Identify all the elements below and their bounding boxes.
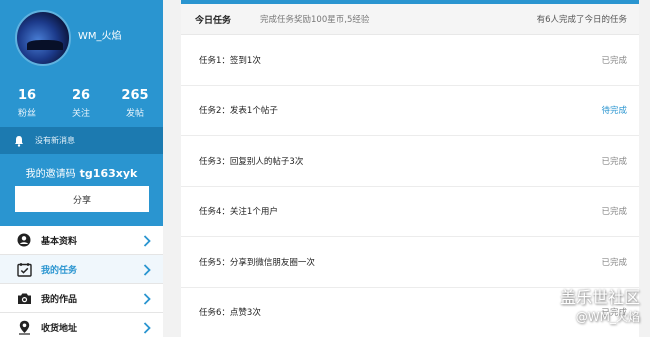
- task-done-count: 有6人完成了今日的任务: [536, 15, 627, 25]
- sidebar: WM_火焰 16 粉丝 26 关注 265 发帖 没有新消息 我的邀请码 tg1…: [0, 0, 163, 337]
- chevron-right-icon: [143, 264, 151, 276]
- task-status[interactable]: 待完成: [601, 104, 627, 116]
- task-row[interactable]: 任务2：发表1个帖子 待完成: [181, 86, 639, 136]
- menu-item-label: 我的任务: [41, 265, 78, 276]
- stat-following[interactable]: 26 关注: [54, 88, 108, 119]
- profile-card: WM_火焰 16 粉丝 26 关注 265 发帖: [0, 0, 163, 128]
- menu-item-works[interactable]: 我的作品: [0, 284, 163, 313]
- stat-posts-label: 发帖: [125, 109, 144, 119]
- stat-fans-value: 16: [17, 88, 37, 103]
- task-reward-text: 完成任务奖励100星币,5经验: [260, 15, 370, 25]
- watermark-author: @WM_火焰: [575, 310, 640, 324]
- task-name: 任务2：发表1个帖子: [199, 106, 278, 117]
- invite-prefix: 我的邀请码: [25, 169, 76, 180]
- tab-today-tasks[interactable]: 今日任务: [195, 13, 231, 26]
- camera-icon: [16, 290, 32, 306]
- watermark-site: 盖乐世社区: [559, 288, 640, 307]
- menu-item-tasks[interactable]: 我的任务: [0, 255, 163, 284]
- task-name: 任务6：点赞3次: [199, 308, 261, 319]
- task-row[interactable]: 任务1：签到1次 已完成: [181, 35, 639, 86]
- task-name: 任务4：关注1个用户: [199, 207, 278, 218]
- invite-code-value: tg163xyk: [79, 167, 138, 180]
- task-status: 已完成: [601, 55, 627, 66]
- task-name: 任务3：回复别人的帖子3次: [199, 156, 304, 167]
- calendar-check-icon: [16, 261, 32, 277]
- watermark: 盖乐世社区 @WM_火焰: [560, 287, 640, 325]
- avatar-silhouette: [27, 40, 63, 50]
- chevron-right-icon: [143, 235, 151, 247]
- task-header: 今日任务 完成任务奖励100星币,5经验 有6人完成了今日的任务: [181, 4, 639, 35]
- chevron-right-icon: [143, 322, 151, 334]
- task-name: 任务5：分享到微信朋友圈一次: [199, 257, 315, 268]
- menu-item-label: 我的作品: [41, 294, 78, 305]
- task-row[interactable]: 任务5：分享到微信朋友圈一次 已完成: [181, 237, 639, 288]
- menu-item-profile[interactable]: 基本资料: [0, 226, 163, 255]
- profile-stats: 16 粉丝 26 关注 265 发帖: [0, 88, 163, 119]
- notice-bar[interactable]: 没有新消息: [0, 127, 163, 154]
- task-status: 已完成: [601, 207, 627, 218]
- invite-code: 我的邀请码 tg163xyk: [0, 165, 163, 180]
- task-row[interactable]: 任务4：关注1个用户 已完成: [181, 187, 639, 237]
- stat-fans-label: 粉丝: [17, 109, 36, 119]
- share-button[interactable]: 分享: [15, 186, 149, 212]
- task-status: 已完成: [601, 257, 627, 268]
- avatar[interactable]: [15, 10, 71, 66]
- bell-icon: [15, 135, 23, 147]
- notice-text: 没有新消息: [35, 136, 75, 145]
- user-icon: [16, 232, 32, 248]
- location-pin-icon: [16, 319, 32, 335]
- username[interactable]: WM_火焰: [78, 27, 122, 42]
- menu-item-address[interactable]: 收货地址: [0, 313, 163, 337]
- page: WM_火焰 16 粉丝 26 关注 265 发帖 没有新消息 我的邀请码 tg1…: [0, 0, 650, 337]
- stat-fans[interactable]: 16 粉丝: [0, 88, 54, 119]
- chevron-right-icon: [143, 293, 151, 305]
- stat-following-value: 26: [71, 88, 91, 103]
- stat-following-label: 关注: [71, 109, 90, 119]
- task-status: 已完成: [601, 156, 627, 167]
- menu-item-label: 收货地址: [41, 323, 78, 334]
- sidebar-menu: 基本资料 我的任务 我的作品 收货地址: [0, 226, 163, 337]
- task-name: 任务1：签到1次: [199, 55, 261, 66]
- stat-posts[interactable]: 265 发帖: [108, 88, 162, 119]
- menu-item-label: 基本资料: [41, 236, 78, 247]
- stat-posts-value: 265: [121, 88, 149, 103]
- task-row[interactable]: 任务3：回复别人的帖子3次 已完成: [181, 136, 639, 187]
